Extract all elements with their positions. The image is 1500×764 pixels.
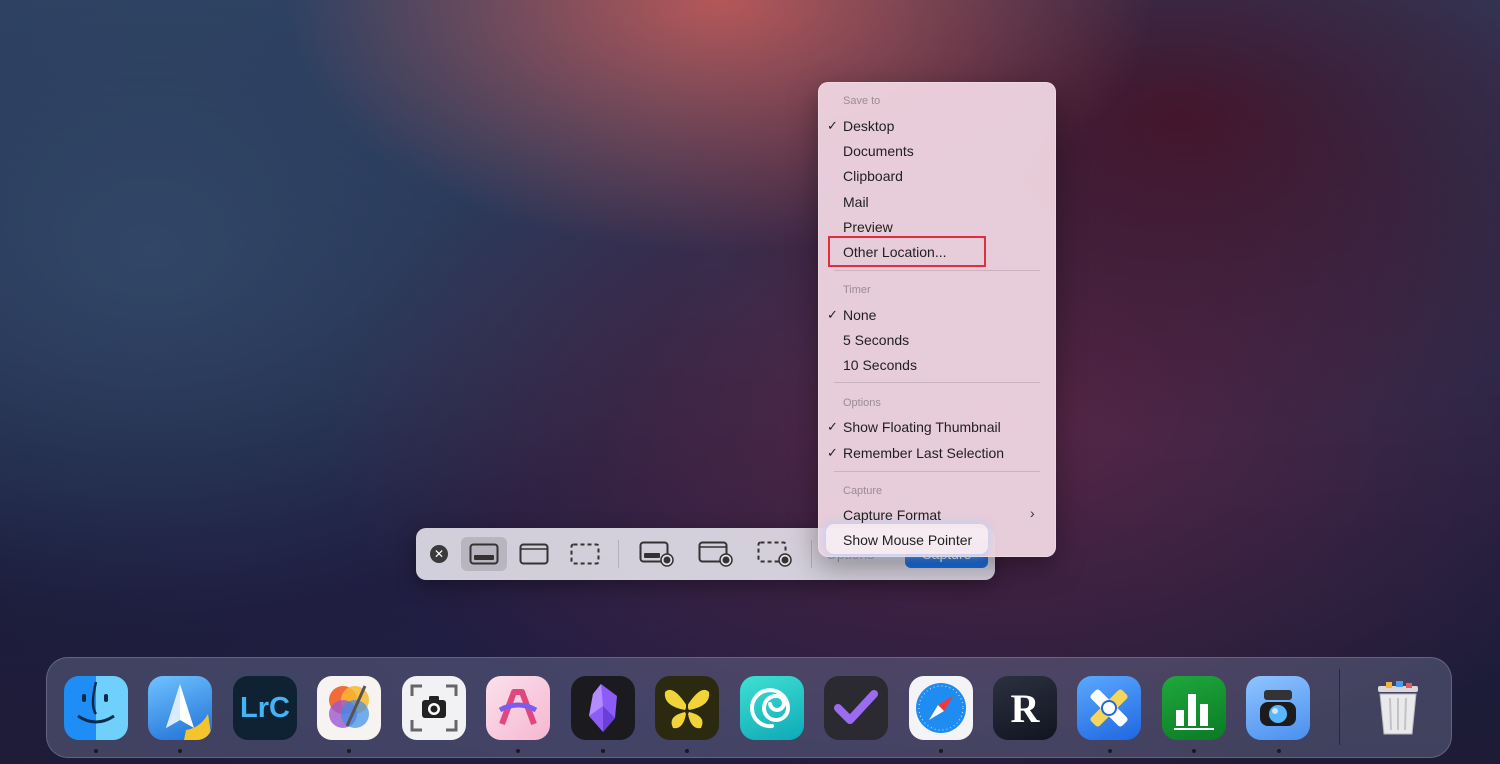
menu-item-capture-format[interactable]: Capture Format (843, 507, 941, 523)
menu-item-clipboard[interactable]: Clipboard (843, 168, 903, 184)
menu-divider (834, 270, 1040, 271)
menu-item-remember-last-selection[interactable]: Remember Last Selection (843, 445, 1004, 461)
obsidian-icon[interactable] (571, 676, 635, 740)
capture-selection-button[interactable] (562, 537, 608, 571)
running-indicator (601, 749, 605, 753)
reeder-icon[interactable]: R (993, 676, 1057, 740)
capture-header: Capture (843, 485, 883, 497)
butterfly-icon[interactable] (655, 676, 719, 740)
capture-entire-screen-button[interactable] (461, 537, 507, 571)
running-indicator (347, 749, 351, 753)
pixelmator-icon[interactable] (317, 676, 381, 740)
screenshot-icon[interactable] (402, 676, 466, 740)
running-indicator (1108, 749, 1112, 753)
dock-divider (1339, 669, 1340, 745)
capture-window-button[interactable] (511, 537, 557, 571)
menu-item-mail[interactable]: Mail (843, 194, 869, 210)
finder-icon[interactable] (64, 676, 128, 740)
shell-icon[interactable] (740, 676, 804, 740)
numbers-icon[interactable] (1162, 676, 1226, 740)
toolbar-divider (811, 540, 812, 568)
record-entire-screen-button[interactable] (634, 537, 680, 571)
lens-icon[interactable] (1246, 676, 1310, 740)
window-capture-icon (519, 543, 549, 565)
selection-record-icon (757, 541, 792, 567)
screen-record-icon (639, 541, 674, 567)
window-record-icon (698, 541, 733, 567)
checkmark-icon: ✓ (827, 307, 838, 322)
dock: LrC R (46, 657, 1452, 758)
craft-icon[interactable] (486, 676, 550, 740)
menu-item-10-seconds[interactable]: 10 Seconds (843, 357, 917, 373)
screen-capture-icon (469, 543, 499, 565)
running-indicator (1192, 749, 1196, 753)
save-to-header: Save to (843, 95, 881, 107)
menu-item-none[interactable]: None (843, 307, 876, 323)
satellite-icon[interactable] (1077, 676, 1141, 740)
menu-item-preview[interactable]: Preview (843, 219, 893, 235)
lightroom-classic-icon[interactable]: LrC (233, 676, 297, 740)
trash-icon[interactable] (1366, 676, 1430, 740)
options-header: Options (843, 397, 881, 409)
toolbar-divider (618, 540, 619, 568)
running-indicator (685, 749, 689, 753)
checkmark-icon: ✓ (827, 118, 838, 133)
record-window-button[interactable] (693, 537, 739, 571)
spark-icon[interactable] (148, 676, 212, 740)
running-indicator (94, 749, 98, 753)
menu-item-show-floating-thumbnail[interactable]: Show Floating Thumbnail (843, 419, 1001, 435)
menu-item-desktop[interactable]: Desktop (843, 118, 894, 134)
menu-item-show-mouse-pointer[interactable]: Show Mouse Pointer (843, 532, 972, 548)
timer-header: Timer (843, 284, 871, 296)
options-menu: Save to ✓ Desktop Documents Clipboard Ma… (818, 82, 1056, 557)
running-indicator (939, 749, 943, 753)
running-indicator (516, 749, 520, 753)
close-icon[interactable]: ✕ (430, 545, 448, 563)
running-indicator (1277, 749, 1281, 753)
safari-icon[interactable] (909, 676, 973, 740)
menu-item-documents[interactable]: Documents (843, 143, 914, 159)
selection-capture-icon (570, 543, 600, 565)
reeder-label: R (1010, 685, 1040, 731)
checkmark-icon[interactable] (824, 676, 888, 740)
menu-item-5-seconds[interactable]: 5 Seconds (843, 332, 909, 348)
record-selection-button[interactable] (752, 537, 798, 571)
checkmark-icon: ✓ (827, 419, 838, 434)
lrc-label: LrC (240, 691, 290, 724)
menu-item-other-location[interactable]: Other Location... (843, 244, 947, 260)
menu-divider (834, 471, 1040, 472)
menu-divider (834, 382, 1040, 383)
checkmark-icon: ✓ (827, 445, 838, 460)
chevron-right-icon: › (1030, 505, 1035, 521)
running-indicator (178, 749, 182, 753)
